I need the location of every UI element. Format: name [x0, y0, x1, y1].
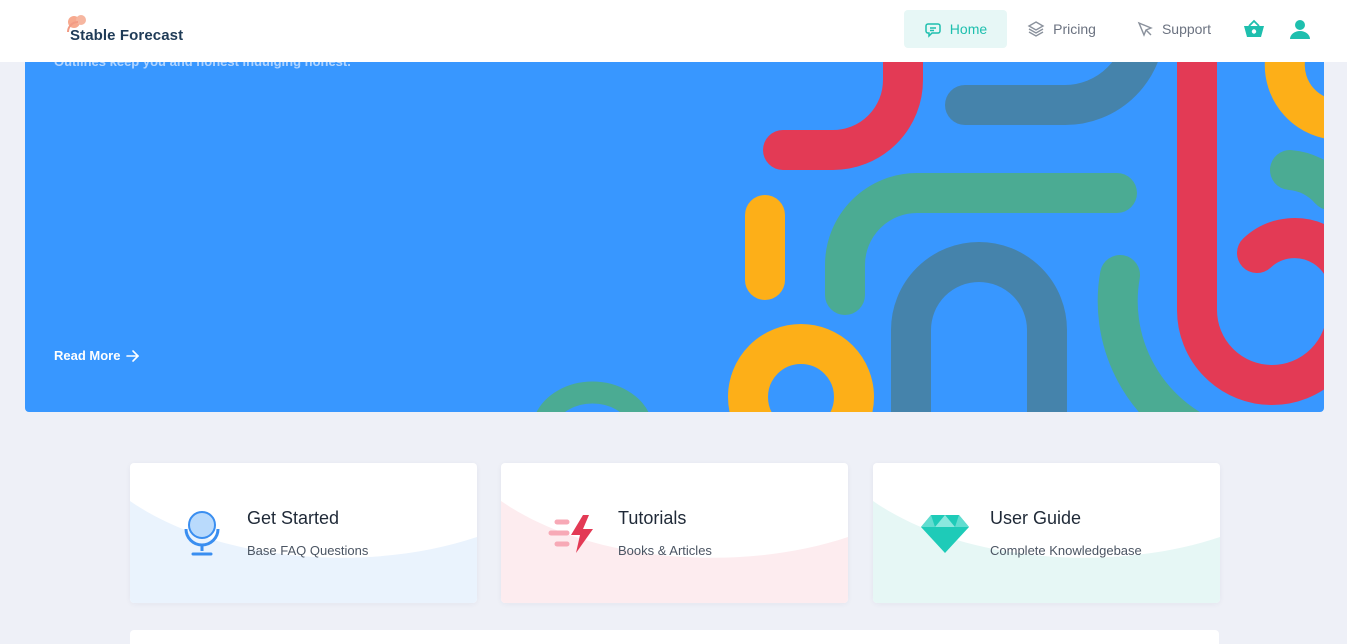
card-tutorials[interactable]: Tutorials Books & Articles — [501, 463, 848, 603]
main-nav: Home Pricing Support — [903, 10, 1323, 48]
rocket-icon — [1137, 21, 1153, 37]
card-title: Tutorials — [618, 508, 687, 528]
basket-icon — [1244, 19, 1264, 37]
chat-bubble-icon — [925, 23, 941, 38]
nav-item-pricing[interactable]: Pricing — [1007, 10, 1116, 48]
microphone-icon — [184, 511, 220, 556]
card-title: User Guide — [990, 508, 1082, 528]
content-panel — [130, 630, 1219, 644]
nav-item-support[interactable]: Support — [1116, 10, 1231, 48]
decorative-pattern — [536, 30, 1324, 412]
nav-label-home: Home — [949, 21, 988, 37]
nav-label-pricing: Pricing — [1053, 21, 1096, 37]
layers-icon — [1027, 21, 1045, 37]
user-account-button[interactable] — [1277, 10, 1323, 48]
diamond-icon — [921, 515, 969, 553]
nav-item-home[interactable]: Home — [903, 10, 1008, 48]
user-icon — [1290, 20, 1310, 39]
read-more-label: Read More — [54, 348, 121, 363]
arrow-right-icon — [126, 349, 140, 362]
card-subtitle: Books & Articles — [618, 543, 712, 558]
card-title: Get Started — [247, 508, 340, 528]
card-user-guide[interactable]: User Guide Complete Knowledgebase — [873, 463, 1220, 603]
card-get-started[interactable]: Get Started Base FAQ Questions — [130, 463, 477, 603]
cart-button[interactable] — [1231, 10, 1277, 48]
card-subtitle: Complete Knowledgebase — [990, 543, 1142, 558]
brand-name: Stable Forecast — [70, 27, 184, 44]
nav-label-support: Support — [1161, 21, 1211, 37]
card-subtitle: Base FAQ Questions — [247, 543, 369, 558]
hero-banner: Outlines keep you and honest indulging h… — [25, 30, 1324, 412]
top-navigation-bar: Stable Forecast Home Pricing Support — [0, 0, 1347, 62]
lightning-icon — [548, 515, 593, 553]
feature-cards: Get Started Base FAQ Questions Tutorials… — [130, 463, 1220, 603]
read-more-link[interactable]: Read More — [54, 348, 140, 363]
